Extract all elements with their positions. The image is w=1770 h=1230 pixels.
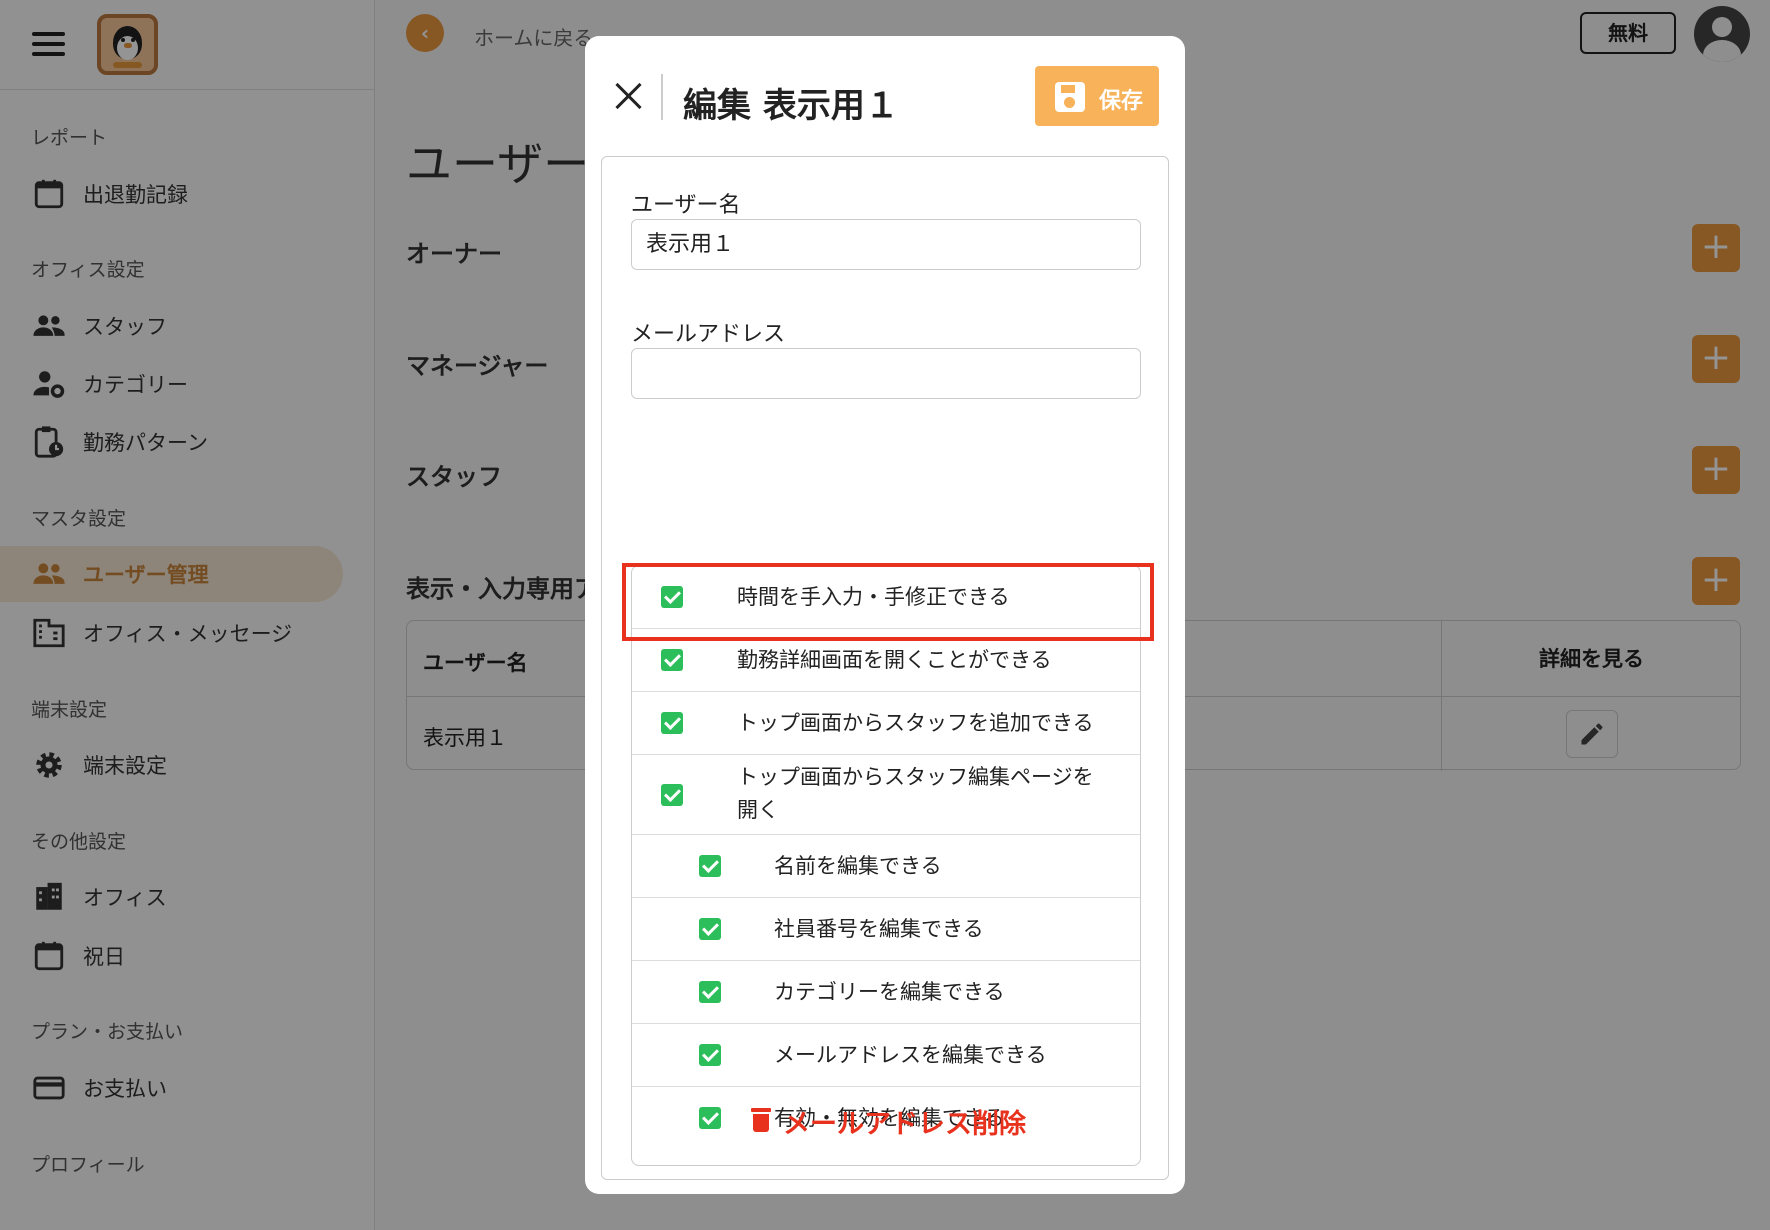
permission-label-line2: 開く <box>737 798 779 822</box>
checkbox-checked-icon[interactable] <box>661 649 683 671</box>
dialog-title: 編集 表示用１ <box>683 86 899 126</box>
save-button-label: 保存 <box>1099 89 1144 114</box>
delete-email-label: メールアドレス削除 <box>783 1109 1026 1140</box>
checkbox-checked-icon[interactable] <box>661 712 683 734</box>
permission-item[interactable]: 社員番号を編集できる <box>632 898 1140 961</box>
permission-label: メールアドレスを編集できる <box>774 1043 1047 1067</box>
checkbox-checked-icon[interactable] <box>661 784 683 806</box>
permission-label: 勤務詳細画面を開くことができる <box>737 648 1052 672</box>
username-label: ユーザー名 <box>631 193 741 218</box>
permission-label: トップ画面からスタッフを追加できる <box>737 711 1094 735</box>
permission-item[interactable]: トップ画面からスタッフ編集ページを 開く <box>632 755 1140 835</box>
permission-label: トップ画面からスタッフ編集ページを <box>737 765 1094 789</box>
permission-label: 社員番号を編集できる <box>774 917 984 941</box>
save-button[interactable]: 保存 <box>1035 66 1159 126</box>
checkbox-checked-icon[interactable] <box>699 855 721 877</box>
floppy-disk-icon <box>1055 82 1085 112</box>
permission-list: 時間を手入力・手修正できる 勤務詳細画面を開くことができる トップ画面からスタッ… <box>631 565 1141 1166</box>
username-input[interactable]: 表示用１ <box>631 219 1141 270</box>
permission-item[interactable]: メールアドレスを編集できる <box>632 1024 1140 1087</box>
checkbox-checked-icon[interactable] <box>699 1044 721 1066</box>
permission-item[interactable]: トップ画面からスタッフを追加できる <box>632 692 1140 755</box>
trash-icon <box>751 1108 771 1132</box>
email-input[interactable] <box>631 348 1141 399</box>
title-divider <box>661 74 663 120</box>
checkbox-checked-icon[interactable] <box>699 918 721 940</box>
permission-item[interactable]: カテゴリーを編集できる <box>632 961 1140 1024</box>
permission-label: 名前を編集できる <box>774 854 942 878</box>
delete-email-button[interactable]: メールアドレス削除 <box>585 1102 1185 1142</box>
email-label: メールアドレス <box>631 322 786 347</box>
checkbox-checked-icon[interactable] <box>699 981 721 1003</box>
highlight-annotation-box <box>622 563 1154 641</box>
edit-form: ユーザー名 表示用１ メールアドレス 時間を手入力・手修正できる 勤務詳細画面を… <box>601 156 1169 1180</box>
permission-item[interactable]: 名前を編集できる <box>632 835 1140 898</box>
close-icon[interactable] <box>614 81 644 111</box>
permission-label: カテゴリーを編集できる <box>774 980 1005 1004</box>
